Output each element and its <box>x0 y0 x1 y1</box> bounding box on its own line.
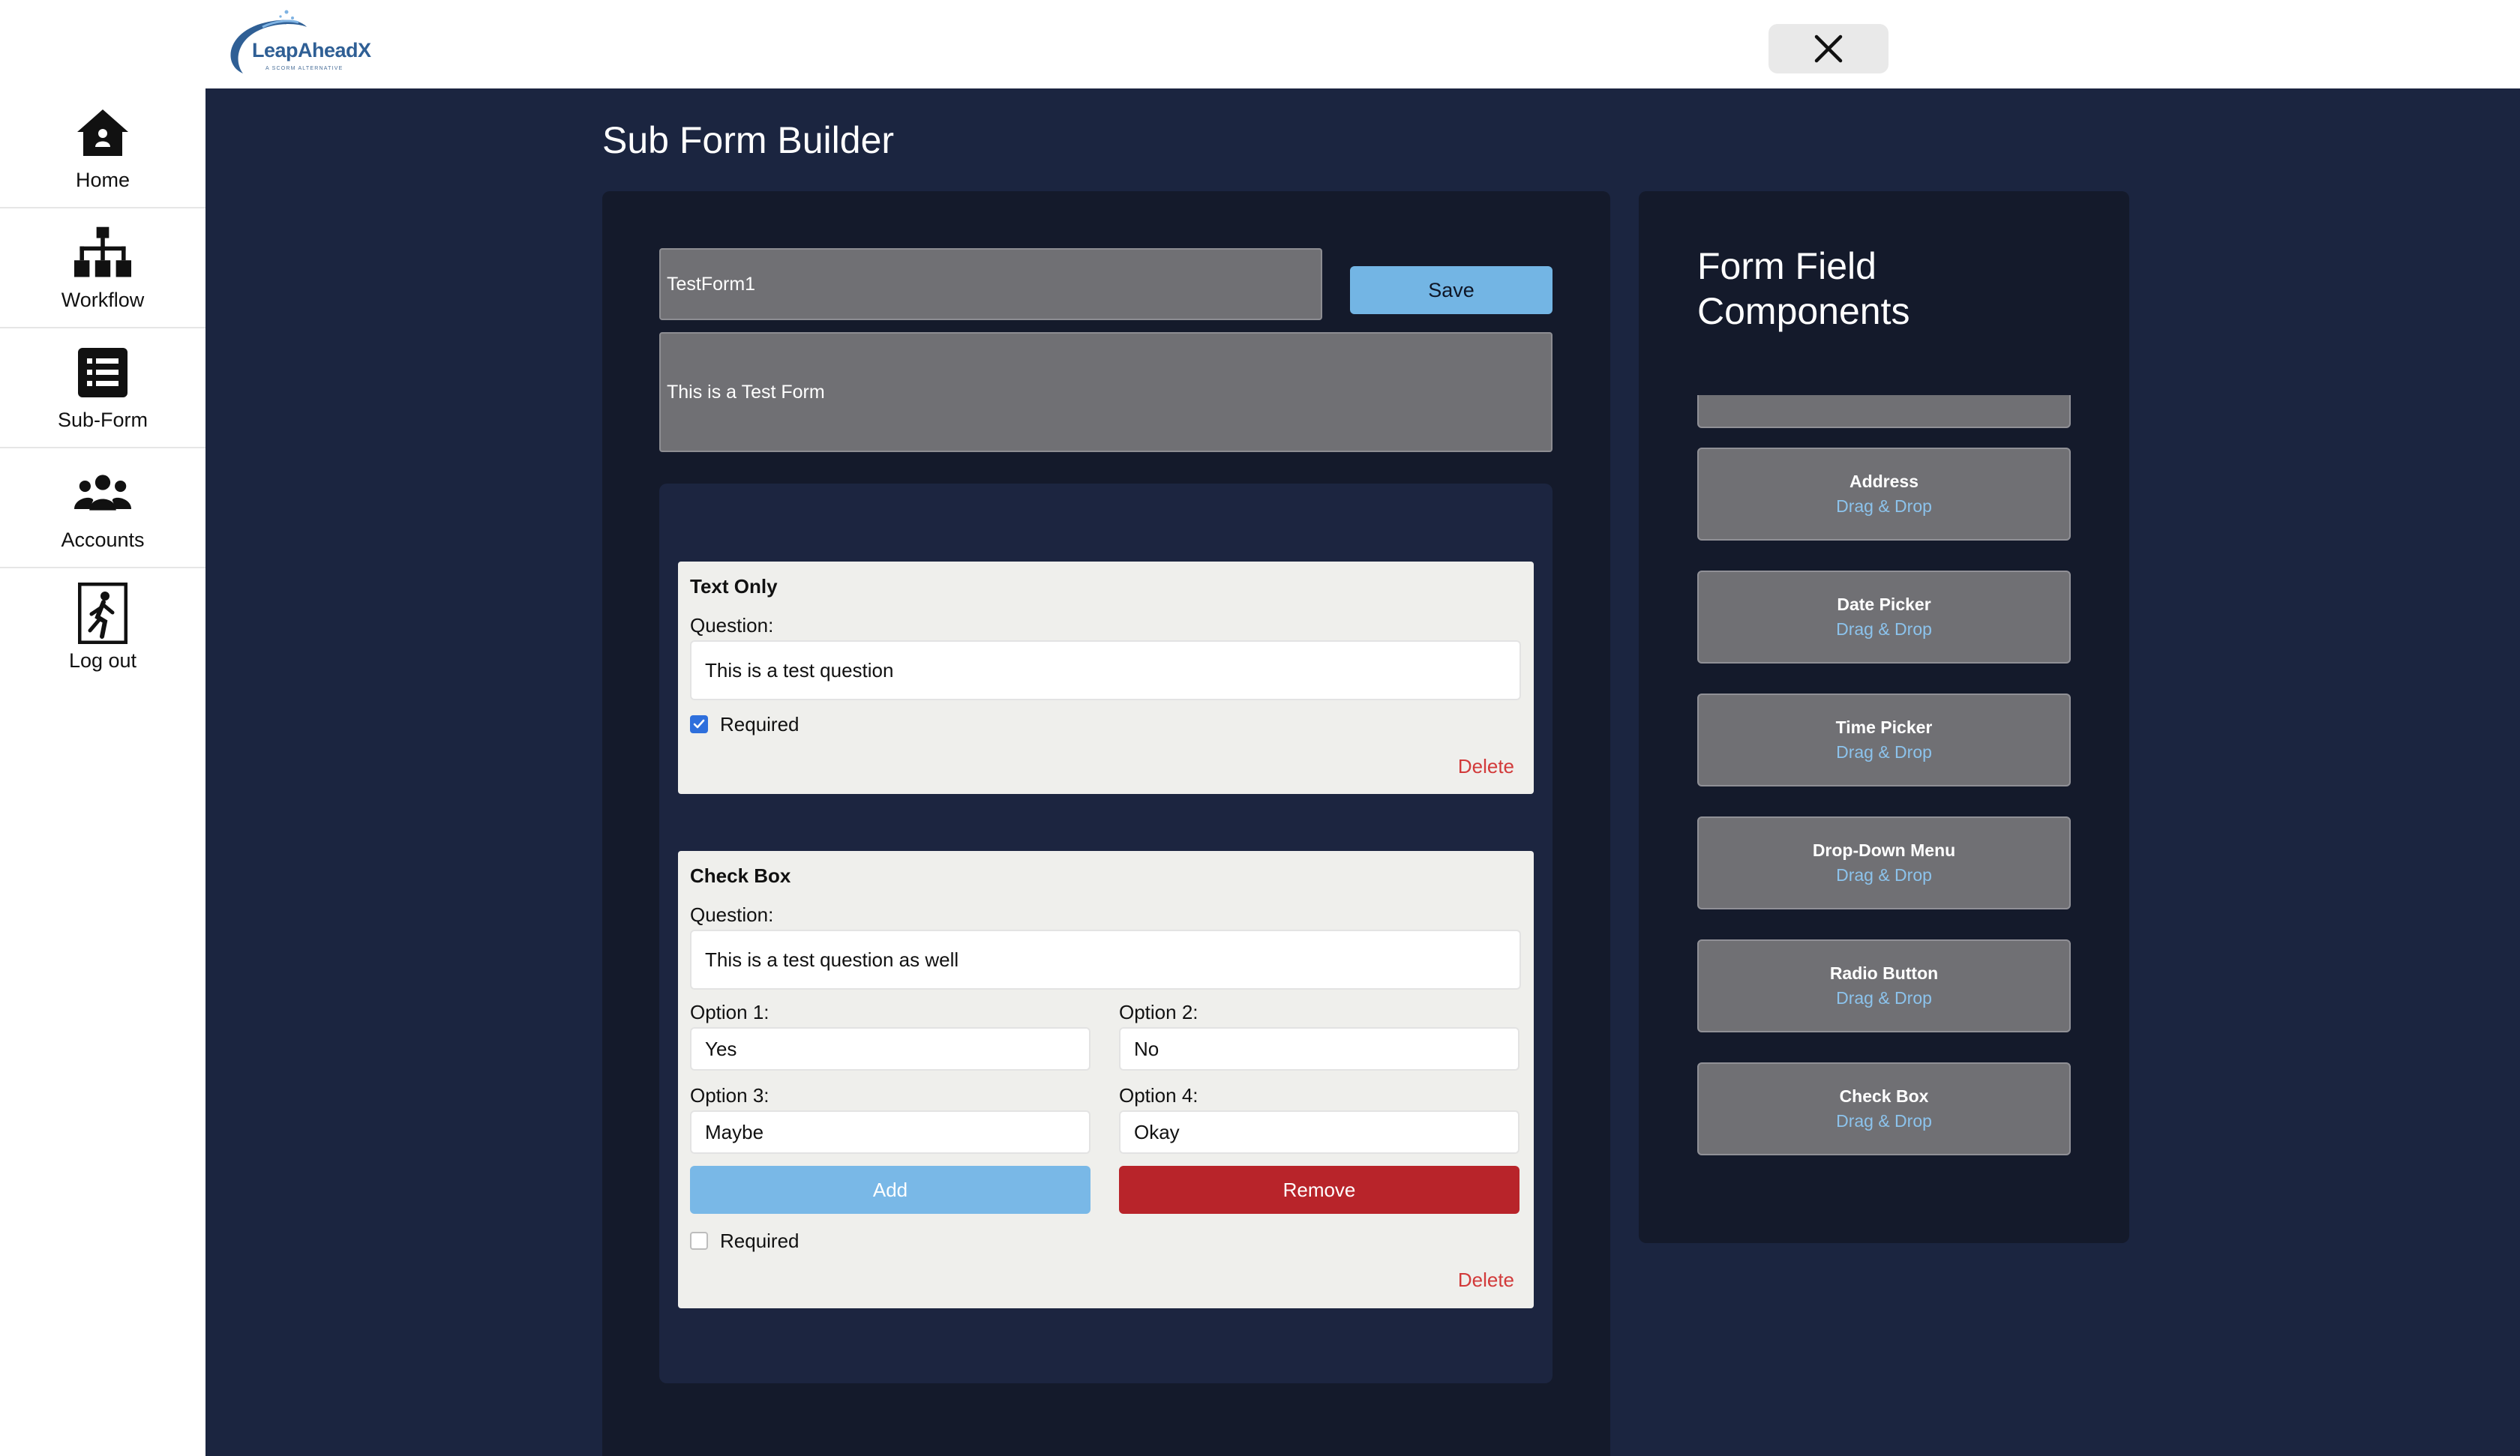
component-name: Time Picker <box>1835 718 1933 737</box>
option-label: Option 2: <box>1119 1001 1198 1023</box>
question-label: Question: <box>690 614 774 637</box>
question-label: Question: <box>690 903 774 926</box>
sidebar-item-label: Log out <box>68 649 137 672</box>
option-value: Okay <box>1134 1120 1180 1143</box>
logo-text: LeapAheadX <box>252 39 371 61</box>
required-checkbox[interactable] <box>690 715 708 733</box>
sidebar-item-workflow[interactable]: Workflow <box>0 208 206 328</box>
component-name: Drop-Down Menu <box>1812 840 1956 860</box>
main-content: Sub Form Builder Save This is a Test For… <box>206 88 2520 1456</box>
component-name: Radio Button <box>1829 963 1939 983</box>
drag-drop-hint: Drag & Drop <box>1836 1111 1932 1131</box>
required-checkbox[interactable] <box>690 1232 708 1250</box>
option-input[interactable]: Okay <box>1119 1110 1520 1154</box>
list-icon <box>74 344 131 401</box>
page-title: Sub Form Builder <box>602 119 895 161</box>
component-name: Address <box>1849 472 1919 491</box>
delete-field-button[interactable]: Delete <box>1458 755 1514 778</box>
required-label: Required <box>720 713 800 735</box>
question-value: This is a test question <box>705 658 894 682</box>
form-field-components-panel: Form Field Components Drag & Drop Addres… <box>1639 191 2129 1243</box>
sidebar-item-accounts[interactable]: Accounts <box>0 448 206 568</box>
form-builder-panel: Save This is a Test Form Text Only Quest… <box>602 191 1610 1456</box>
form-name-input[interactable] <box>659 248 1322 320</box>
form-fields-dropzone[interactable]: Text Only Question: This is a test quest… <box>659 484 1552 1383</box>
drag-drop-hint: Drag & Drop <box>1836 619 1932 639</box>
close-button[interactable] <box>1768 24 1888 73</box>
option-value: No <box>1134 1037 1160 1060</box>
sidebar-item-label: Accounts <box>61 528 145 551</box>
component-card-check-box[interactable]: Check Box Drag & Drop <box>1697 1062 2071 1155</box>
remove-option-button[interactable]: Remove <box>1119 1166 1520 1214</box>
option-value: Yes <box>705 1037 737 1060</box>
sidebar-item-label: Workflow <box>61 288 145 311</box>
component-card-drop-down-menu[interactable]: Drop-Down Menu Drag & Drop <box>1697 816 2071 909</box>
drag-drop-hint: Drag & Drop <box>1836 742 1932 762</box>
delete-field-button[interactable]: Delete <box>1458 1269 1514 1292</box>
users-icon <box>74 464 131 521</box>
field-card-text-only: Text Only Question: This is a test quest… <box>678 562 1534 794</box>
sidebar-item-label: Sub-Form <box>57 408 148 431</box>
sidebar-item-label: Home <box>75 168 130 191</box>
logo: LeapAheadX A SCORM ALTERNATIVE <box>220 4 378 79</box>
sidebar-item-home[interactable]: Home <box>0 88 206 208</box>
option-input[interactable]: Maybe <box>690 1110 1090 1154</box>
option-label: Option 1: <box>690 1001 770 1023</box>
option-input[interactable]: No <box>1119 1027 1520 1071</box>
close-icon <box>1814 34 1843 63</box>
logout-icon <box>74 582 131 644</box>
question-input[interactable]: This is a test question <box>690 640 1521 700</box>
component-card-time-picker[interactable]: Time Picker Drag & Drop <box>1697 694 2071 786</box>
logo-tagline: A SCORM ALTERNATIVE <box>266 66 344 71</box>
checkmark-icon <box>693 719 705 729</box>
component-card-radio-button[interactable]: Radio Button Drag & Drop <box>1697 939 2071 1032</box>
question-value: This is a test question as well <box>705 948 959 971</box>
component-card-date-picker[interactable]: Date Picker Drag & Drop <box>1697 571 2071 664</box>
field-card-check-box: Check Box Question: This is a test quest… <box>678 851 1534 1308</box>
component-name: Check Box <box>1839 1086 1929 1106</box>
form-description-input[interactable]: This is a Test Form <box>659 332 1552 452</box>
option-label: Option 4: <box>1119 1084 1198 1107</box>
sidebar-item-sub-form[interactable]: Sub-Form <box>0 328 206 448</box>
question-input[interactable]: This is a test question as well <box>690 930 1521 990</box>
drag-drop-hint: Drag & Drop <box>1836 496 1932 516</box>
save-button[interactable]: Save <box>1350 266 1552 314</box>
components-list[interactable]: Drag & Drop Address Drag & Drop Date Pic… <box>1639 395 2129 1243</box>
add-option-button[interactable]: Add <box>690 1166 1090 1214</box>
required-label: Required <box>720 1230 800 1252</box>
top-bar: LeapAheadX A SCORM ALTERNATIVE <box>0 0 2520 88</box>
component-name: Date Picker <box>1837 595 1931 614</box>
workflow-icon <box>74 224 131 281</box>
component-card-partial[interactable]: Drag & Drop <box>1697 395 2071 428</box>
drag-drop-hint: Drag & Drop <box>1836 865 1932 885</box>
component-card-address[interactable]: Address Drag & Drop <box>1697 448 2071 541</box>
home-icon <box>74 104 131 161</box>
field-type-label: Text Only <box>690 575 778 598</box>
option-value: Maybe <box>705 1120 764 1143</box>
form-description-text: This is a Test Form <box>667 381 825 403</box>
sidebar: Home Workflow Sub-Form Accounts Log out <box>0 88 206 1456</box>
option-input[interactable]: Yes <box>690 1027 1090 1071</box>
field-type-label: Check Box <box>690 864 791 887</box>
components-title: Form Field Components <box>1697 245 1910 332</box>
sidebar-item-logout[interactable]: Log out <box>0 568 206 688</box>
option-label: Option 3: <box>690 1084 770 1107</box>
drag-drop-hint: Drag & Drop <box>1836 988 1932 1008</box>
